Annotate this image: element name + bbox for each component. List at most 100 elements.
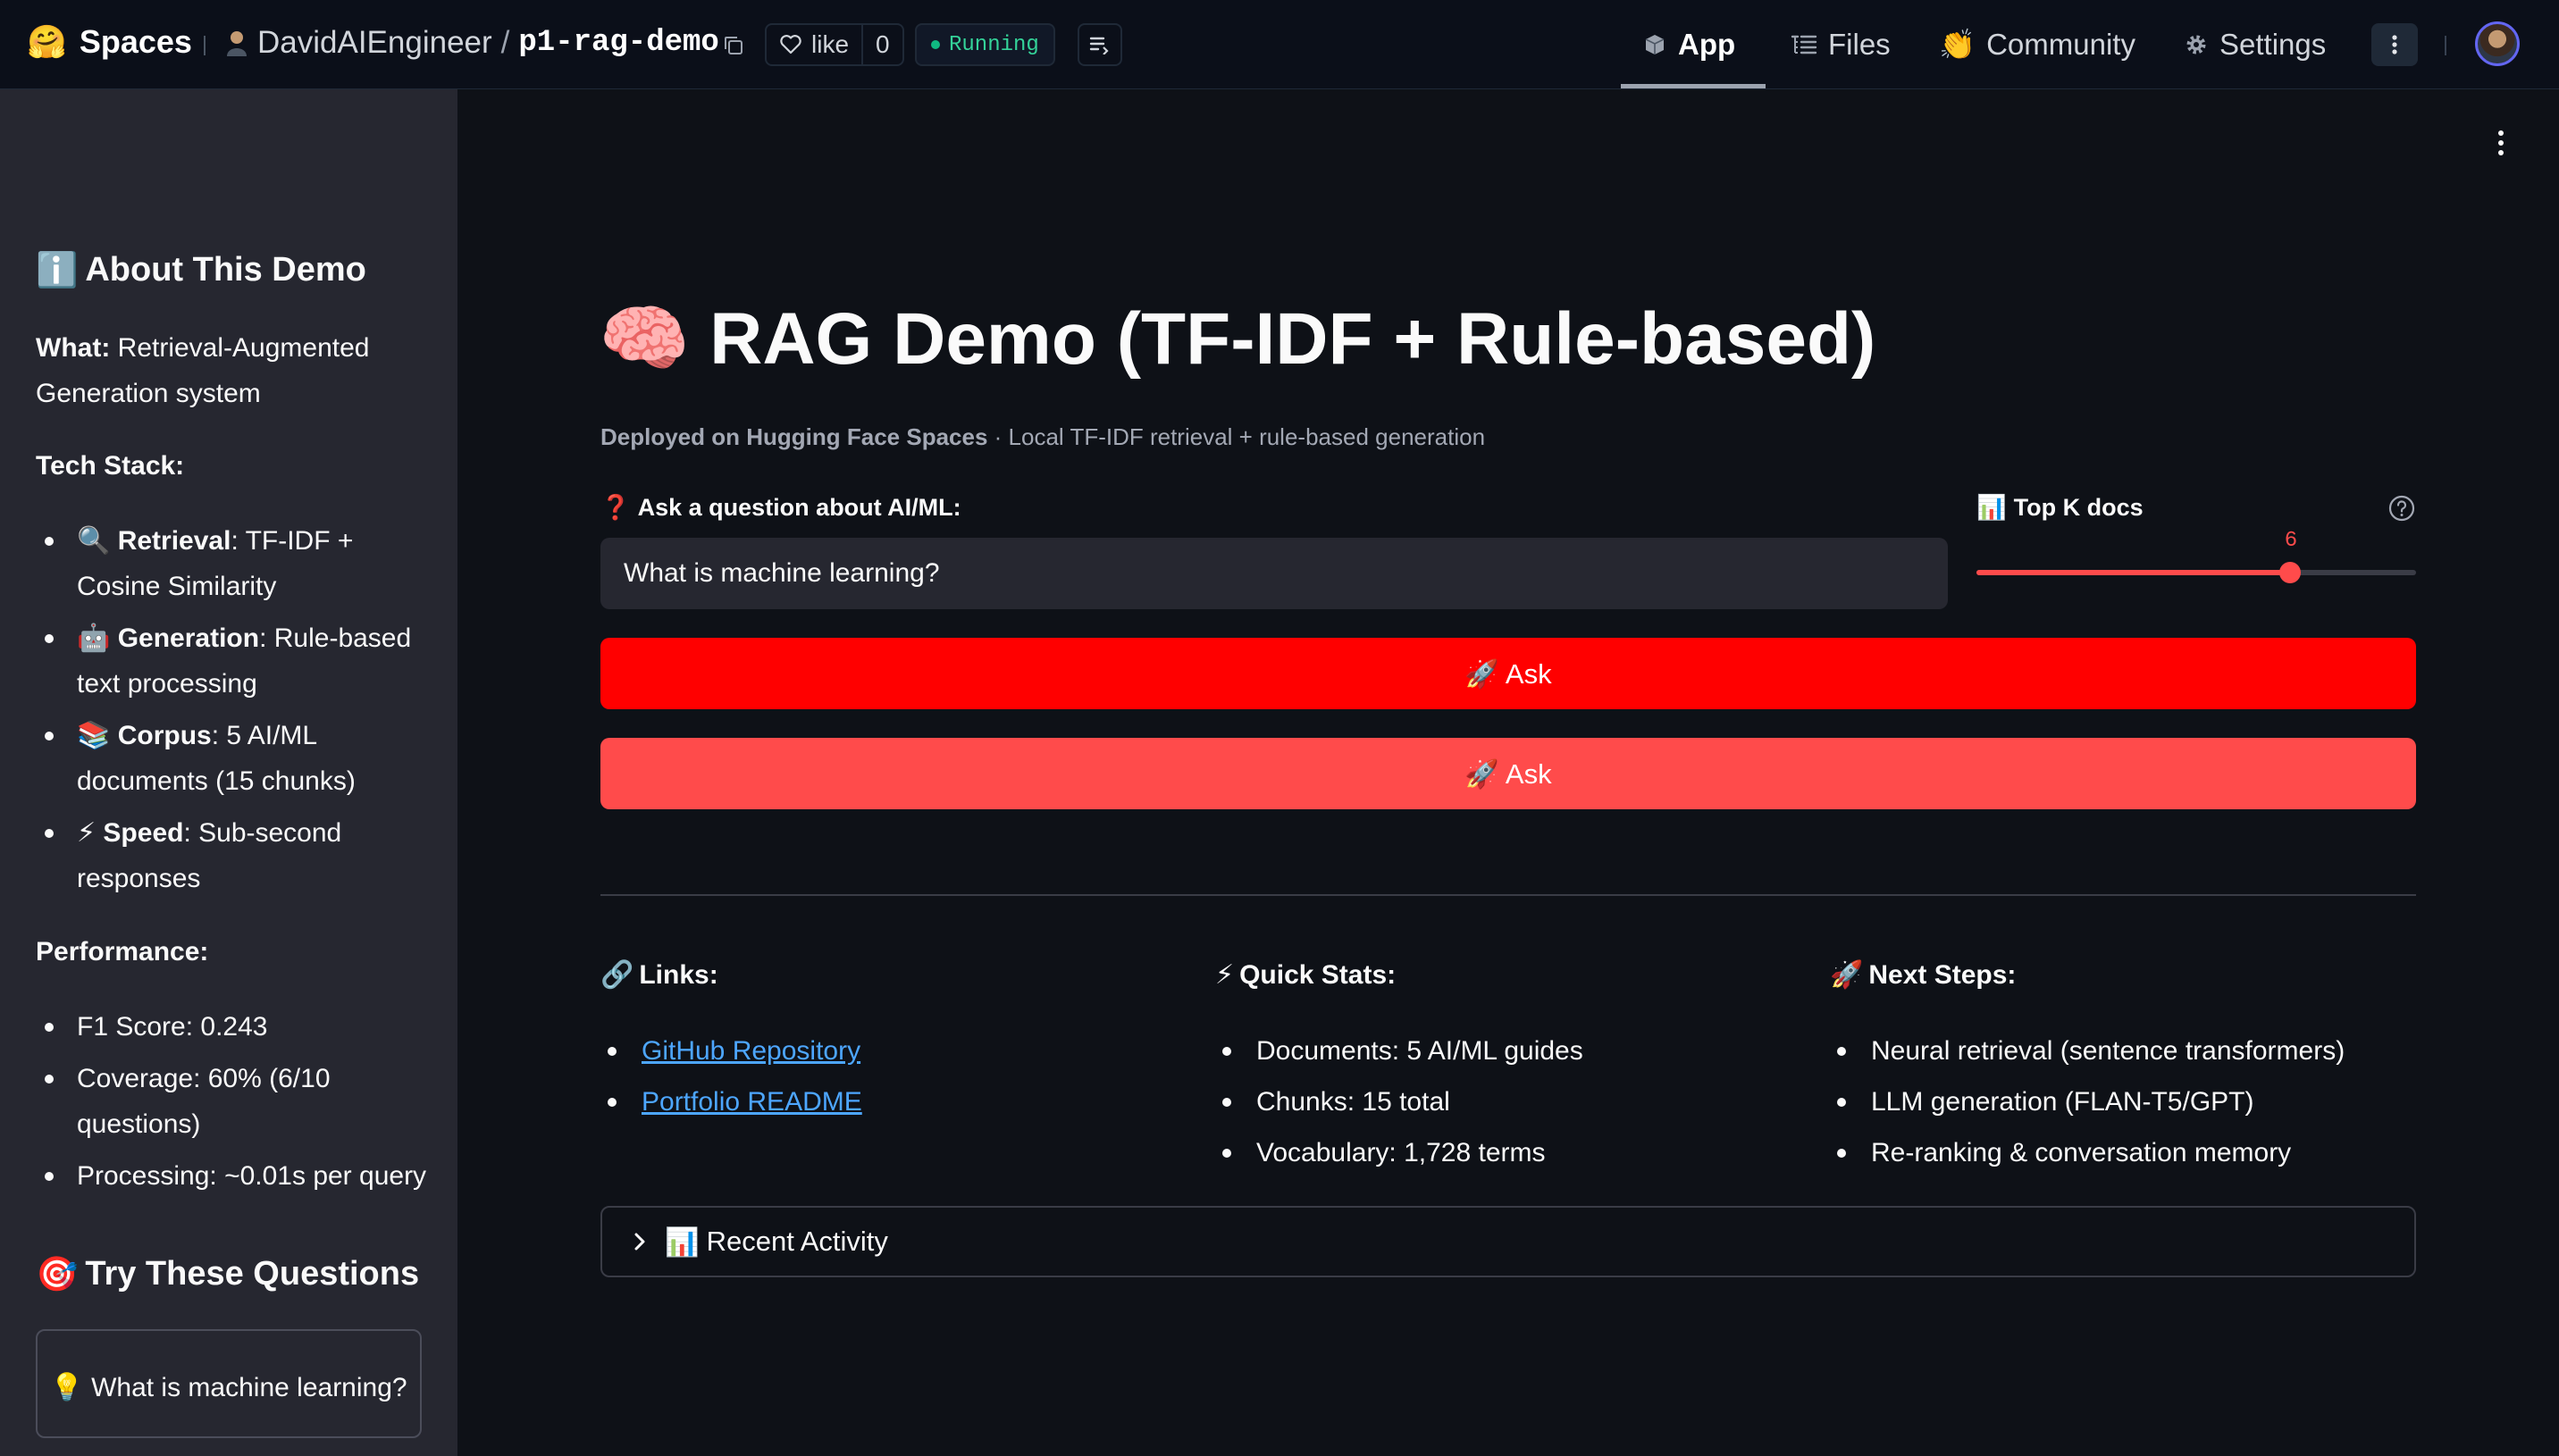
tab-files-label: Files (1828, 28, 1891, 61)
tab-settings[interactable]: Settings (2184, 0, 2326, 89)
question-label: ❓ Ask a question about AI/ML: (600, 493, 961, 523)
bar-chart-icon: 📊 (665, 1226, 700, 1259)
logs-button[interactable] (1078, 23, 1122, 66)
list-item: Coverage: 60% (6/10 questions) (36, 1056, 438, 1147)
quick-stats-heading: ⚡ Quick Stats: (1215, 959, 1396, 991)
sample-question-button[interactable]: 💡 What is machine learning? (36, 1329, 422, 1438)
list-item: 📚 Corpus: 5 AI/ML documents (15 chunks) (36, 713, 438, 804)
lightning-icon: ⚡ (1215, 959, 1235, 991)
list-item: ⚡ Speed: Sub-second responses (36, 810, 438, 901)
what-label: What: (36, 333, 111, 363)
lightning-icon: ⚡ (77, 817, 96, 849)
about-heading: ℹ️ About This Demo (36, 250, 366, 290)
like-group: like 0 (765, 23, 904, 66)
list-item: Vocabulary: 1,728 terms (1215, 1127, 1583, 1178)
repo-link[interactable]: p1-rag-demo (518, 26, 718, 60)
question-input[interactable] (600, 538, 1948, 609)
about-title: About This Demo (85, 251, 366, 289)
tech-stack-heading: Tech Stack: (36, 443, 429, 489)
copy-icon[interactable] (722, 34, 745, 57)
tech-label: Speed (103, 818, 184, 848)
performance-list: F1 Score: 0.243 Coverage: 60% (6/10 ques… (36, 1004, 438, 1199)
list-item: Chunks: 15 total (1215, 1076, 1583, 1127)
books-icon: 📚 (77, 720, 111, 751)
help-icon[interactable] (2387, 494, 2416, 523)
tech-title: Tech Stack: (36, 451, 185, 481)
tab-app[interactable]: App (1642, 0, 1735, 89)
main-menu-button[interactable] (2488, 125, 2514, 161)
rocket-icon: 🚀 (1830, 959, 1864, 991)
page-title: 🧠 RAG Demo (TF-IDF + Rule-based) (599, 297, 1875, 382)
status-badge[interactable]: Running (915, 23, 1055, 66)
cube-icon (1645, 35, 1665, 54)
divider (2445, 36, 2446, 55)
github-repository-link[interactable]: GitHub Repository (642, 1036, 860, 1066)
more-vertical-icon (2392, 35, 2397, 54)
tab-files[interactable]: Files (1791, 0, 1891, 89)
quick-stats-list: Documents: 5 AI/ML guides Chunks: 15 tot… (1215, 1025, 1583, 1178)
tab-community[interactable]: 👏 Community (1939, 0, 2135, 89)
question-label-text: Ask a question about AI/ML: (637, 493, 961, 521)
list-item: Processing: ~0.01s per query (36, 1153, 438, 1199)
status-dot-icon (931, 40, 940, 49)
recent-activity-label: 📊 Recent Activity (665, 1226, 888, 1259)
spaces-logo[interactable]: 🤗 Spaces (27, 23, 192, 61)
list-item: 🔍 Retrieval: TF-IDF + Cosine Similarity (36, 518, 438, 609)
breadcrumb-separator: / (500, 25, 510, 60)
hugging-face-icon: 🤗 (27, 24, 67, 61)
performance-heading: Performance: (36, 929, 429, 975)
link-icon: 🔗 (600, 959, 634, 991)
owner-avatar-icon[interactable] (225, 29, 248, 56)
portfolio-readme-link[interactable]: Portfolio README (642, 1087, 862, 1117)
slider-thumb[interactable] (2279, 562, 2302, 583)
user-avatar[interactable] (2475, 21, 2520, 66)
like-button[interactable]: like (767, 25, 861, 64)
ask-button[interactable]: 🚀 Ask (600, 638, 2416, 709)
recent-activity-expander[interactable]: 📊 Recent Activity (600, 1206, 2416, 1277)
next-steps-heading: 🚀 Next Steps: (1830, 959, 2016, 991)
robot-icon: 🤖 (77, 623, 111, 654)
more-options-button[interactable] (2371, 23, 2418, 66)
list-item: Re-ranking & conversation memory (1830, 1127, 2345, 1178)
gear-icon (2186, 35, 2206, 54)
files-icon (1791, 35, 1817, 54)
list-item: F1 Score: 0.243 (36, 1004, 438, 1050)
try-heading: 🎯 Try These Questions (36, 1254, 419, 1294)
list-item: Portfolio README (600, 1076, 862, 1127)
next-title: Next Steps: (1868, 959, 2017, 990)
list-item: 🤖 Generation: Rule-based text processing (36, 615, 438, 707)
links-list: GitHub Repository Portfolio README (600, 1025, 862, 1127)
about-what: What: Retrieval-Augmented Generation sys… (36, 325, 429, 416)
links-title: Links: (639, 959, 718, 990)
magnifier-icon: 🔍 (77, 525, 111, 556)
breadcrumb: DavidAIEngineer / p1-rag-demo (225, 25, 719, 61)
like-count[interactable]: 0 (861, 25, 902, 64)
subtitle-rest: · Local TF-IDF retrieval + rule-based ge… (987, 423, 1486, 450)
topk-slider[interactable] (1976, 570, 2416, 575)
subtitle-bold: Deployed on Hugging Face Spaces (600, 423, 988, 450)
links-heading: 🔗 Links: (600, 959, 718, 991)
question-mark-icon: ❓ (600, 494, 631, 522)
topk-label-text: Top K docs (2013, 493, 2144, 521)
brand-label: Spaces (79, 23, 192, 60)
next-steps-list: Neural retrieval (sentence transformers)… (1830, 1025, 2345, 1178)
top-bar: 🤗 Spaces DavidAIEngineer / p1-rag-demo lik… (0, 0, 2559, 89)
list-item: GitHub Repository (600, 1025, 862, 1076)
active-tab-indicator (1621, 84, 1766, 88)
tech-label: Corpus (117, 721, 212, 750)
try-title: Try These Questions (85, 1255, 420, 1293)
tech-label: Retrieval (117, 526, 231, 556)
like-label: like (811, 30, 850, 58)
list-item: Documents: 5 AI/ML guides (1215, 1025, 1583, 1076)
menu-dot-icon (2498, 150, 2504, 155)
ask-button-secondary[interactable]: 🚀 Ask (600, 738, 2416, 809)
topk-value: 6 (2284, 529, 2298, 553)
page-title-text: RAG Demo (TF-IDF + Rule-based) (709, 298, 1876, 380)
bar-chart-icon: 📊 (1976, 494, 2007, 522)
info-icon: ℹ️ (36, 250, 79, 289)
chevron-right-icon (634, 1233, 645, 1251)
owner-link[interactable]: DavidAIEngineer (257, 25, 492, 61)
menu-dot-icon (2498, 130, 2504, 136)
divider (600, 894, 2416, 896)
list-item: LLM generation (FLAN-T5/GPT) (1830, 1076, 2345, 1127)
